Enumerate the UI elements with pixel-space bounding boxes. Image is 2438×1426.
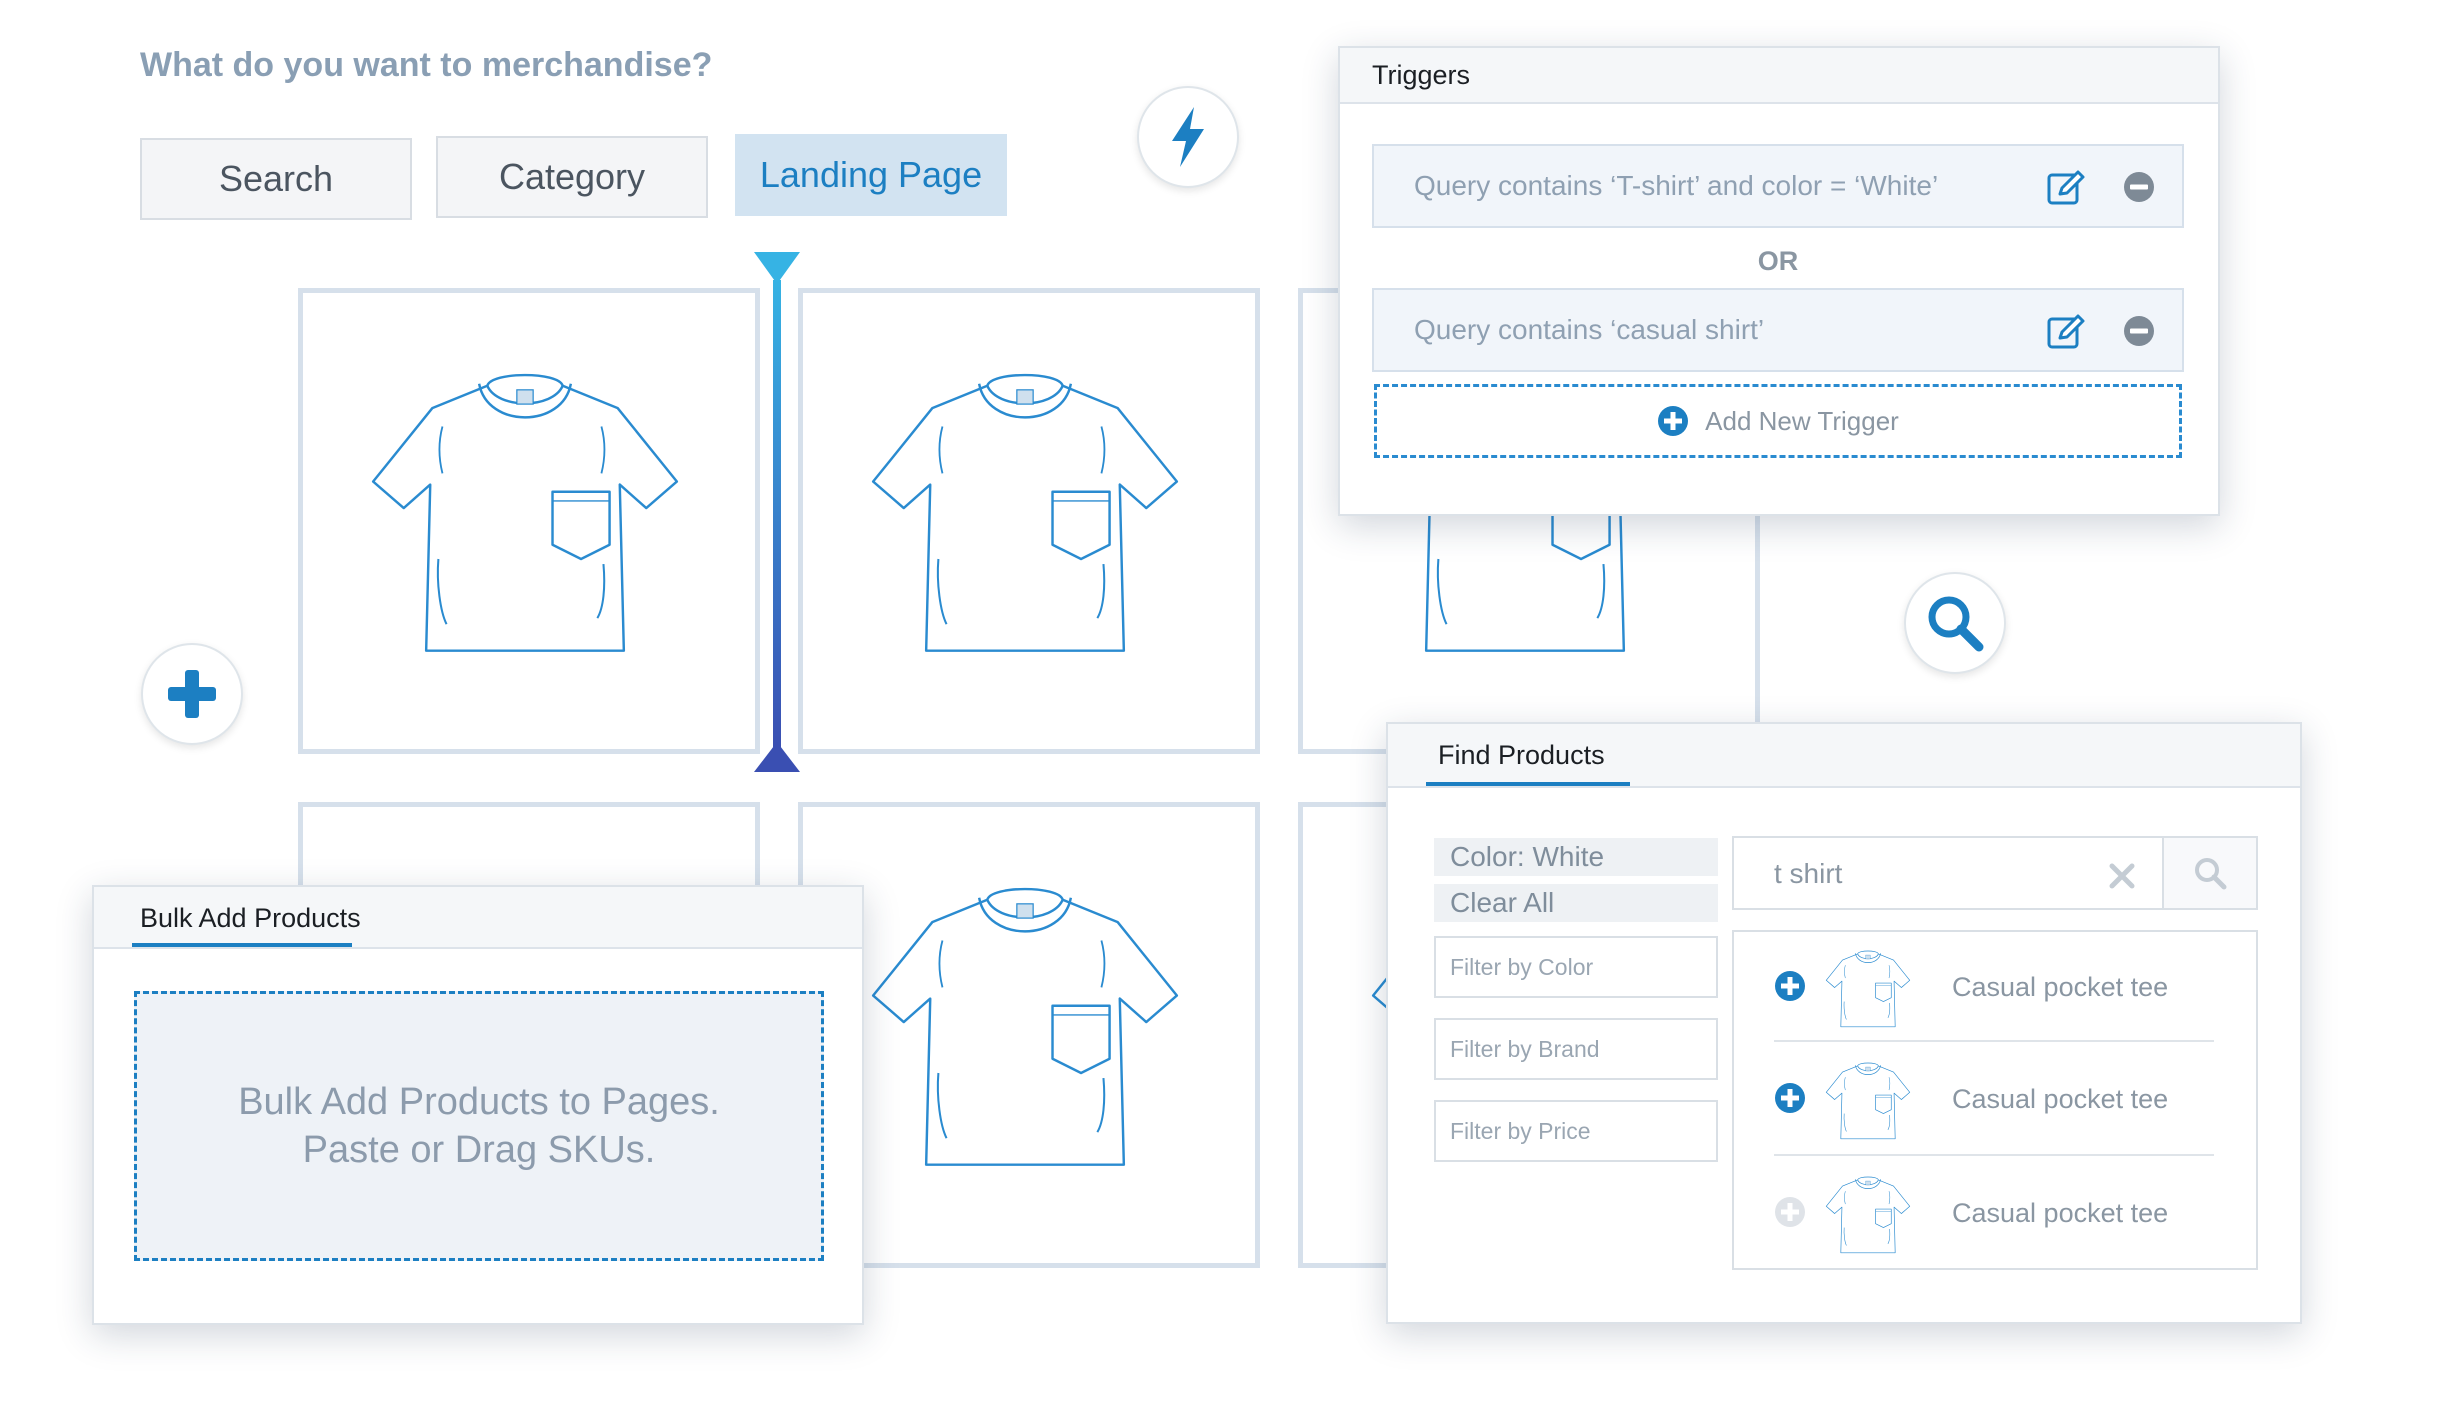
result-item[interactable]: Casual pocket tee — [1734, 1158, 2214, 1266]
mode-button-label: Search — [218, 158, 334, 199]
filter-placeholder: Filter by Color — [1450, 953, 1594, 980]
tab-underline — [132, 943, 352, 947]
panel-title: Bulk Add Products — [140, 903, 361, 933]
filter-placeholder: Filter by Price — [1450, 1117, 1591, 1144]
tshirt-icon — [1825, 1176, 1911, 1254]
result-item[interactable]: Casual pocket tee — [1734, 932, 2214, 1040]
mode-button-label: Landing Page — [759, 154, 983, 195]
filter-price-input[interactable]: Filter by Price — [1434, 1100, 1718, 1162]
result-name: Casual pocket tee — [1952, 1198, 2169, 1228]
tshirt-icon — [871, 373, 1179, 652]
mode-button-landing-page[interactable]: Landing Page — [735, 134, 1007, 216]
plus-circle-icon[interactable] — [1774, 970, 1806, 1002]
result-name: Casual pocket tee — [1952, 972, 2169, 1002]
plus-circle-icon — [1658, 406, 1689, 436]
mode-button-category[interactable]: Category — [436, 136, 708, 218]
tshirt-icon — [371, 373, 679, 652]
active-filter-chip[interactable]: Color: White — [1434, 838, 1718, 876]
product-tile[interactable] — [798, 288, 1260, 754]
trigger-text: Query contains ‘casual shirt’ — [1414, 314, 1765, 345]
edit-icon[interactable] — [2046, 168, 2086, 208]
plus-circle-icon[interactable] — [1774, 1082, 1806, 1114]
tshirt-icon — [1825, 950, 1911, 1028]
search-input-value: t shirt — [1774, 858, 1843, 889]
automation-button[interactable] — [1137, 86, 1239, 188]
product-tile[interactable] — [798, 802, 1260, 1268]
panel-header: Bulk Add Products — [94, 887, 862, 949]
add-button[interactable] — [141, 643, 243, 745]
add-trigger-label: Add New Trigger — [1705, 405, 1899, 436]
product-search-button[interactable] — [2162, 836, 2258, 910]
panel-title: Triggers — [1372, 60, 1471, 90]
trigger-text: Query contains ‘T-shirt’ and color = ‘Wh… — [1414, 170, 1939, 201]
bulk-add-panel: Bulk Add Products Bulk Add Products to P… — [92, 885, 864, 1325]
panel-header: Triggers — [1340, 48, 2218, 104]
x-icon[interactable] — [2108, 862, 2136, 890]
trigger-row[interactable]: Query contains ‘T-shirt’ and color = ‘Wh… — [1372, 144, 2184, 228]
panel-title: Find Products — [1438, 740, 1605, 770]
mode-button-label: Category — [498, 156, 646, 197]
result-name: Casual pocket tee — [1952, 1084, 2169, 1114]
panel-header: Find Products — [1388, 724, 2300, 788]
divider — [1774, 1040, 2214, 1042]
insertion-marker[interactable] — [752, 250, 802, 778]
clear-all-filters[interactable]: Clear All — [1434, 884, 1718, 922]
magnifier-icon — [1928, 596, 1984, 652]
page-heading: What do you want to merchandise? — [140, 46, 713, 84]
filter-brand-input[interactable]: Filter by Brand — [1434, 1018, 1718, 1080]
plus-icon — [168, 670, 216, 718]
filter-placeholder: Filter by Brand — [1450, 1035, 1600, 1062]
plus-circle-icon[interactable] — [1774, 1196, 1806, 1228]
tshirt-icon — [1825, 1062, 1911, 1140]
edit-icon[interactable] — [2046, 312, 2086, 352]
or-separator: OR — [1757, 246, 1799, 276]
product-search-input[interactable]: t shirt — [1732, 836, 2164, 910]
product-tile[interactable] — [298, 288, 760, 754]
triggers-panel: Triggers Query contains ‘T-shirt’ and co… — [1338, 46, 2220, 516]
minus-circle-icon[interactable] — [2122, 170, 2156, 204]
find-products-panel: Find Products Color: White Clear All Fil… — [1386, 722, 2302, 1324]
add-trigger-button[interactable]: Add New Trigger — [1374, 384, 2182, 458]
mode-button-search[interactable]: Search — [140, 138, 412, 220]
tshirt-icon — [871, 887, 1179, 1166]
sku-dropzone[interactable]: Bulk Add Products to Pages. Paste or Dra… — [134, 991, 824, 1261]
search-button[interactable] — [1904, 572, 2006, 674]
tab-underline — [1426, 782, 1630, 786]
lightning-icon — [1172, 107, 1204, 167]
search-results-list: Casual pocket tee Casual pocket tee Casu… — [1732, 930, 2258, 1270]
divider — [1774, 1154, 2214, 1156]
minus-circle-icon[interactable] — [2122, 314, 2156, 348]
trigger-row[interactable]: Query contains ‘casual shirt’ — [1372, 288, 2184, 372]
dropzone-line: Bulk Add Products to Pages. — [238, 1081, 720, 1123]
magnifier-icon — [2195, 858, 2227, 890]
dropzone-line: Paste or Drag SKUs. — [302, 1129, 656, 1171]
filter-color-input[interactable]: Filter by Color — [1434, 936, 1718, 998]
result-item[interactable]: Casual pocket tee — [1734, 1044, 2214, 1152]
